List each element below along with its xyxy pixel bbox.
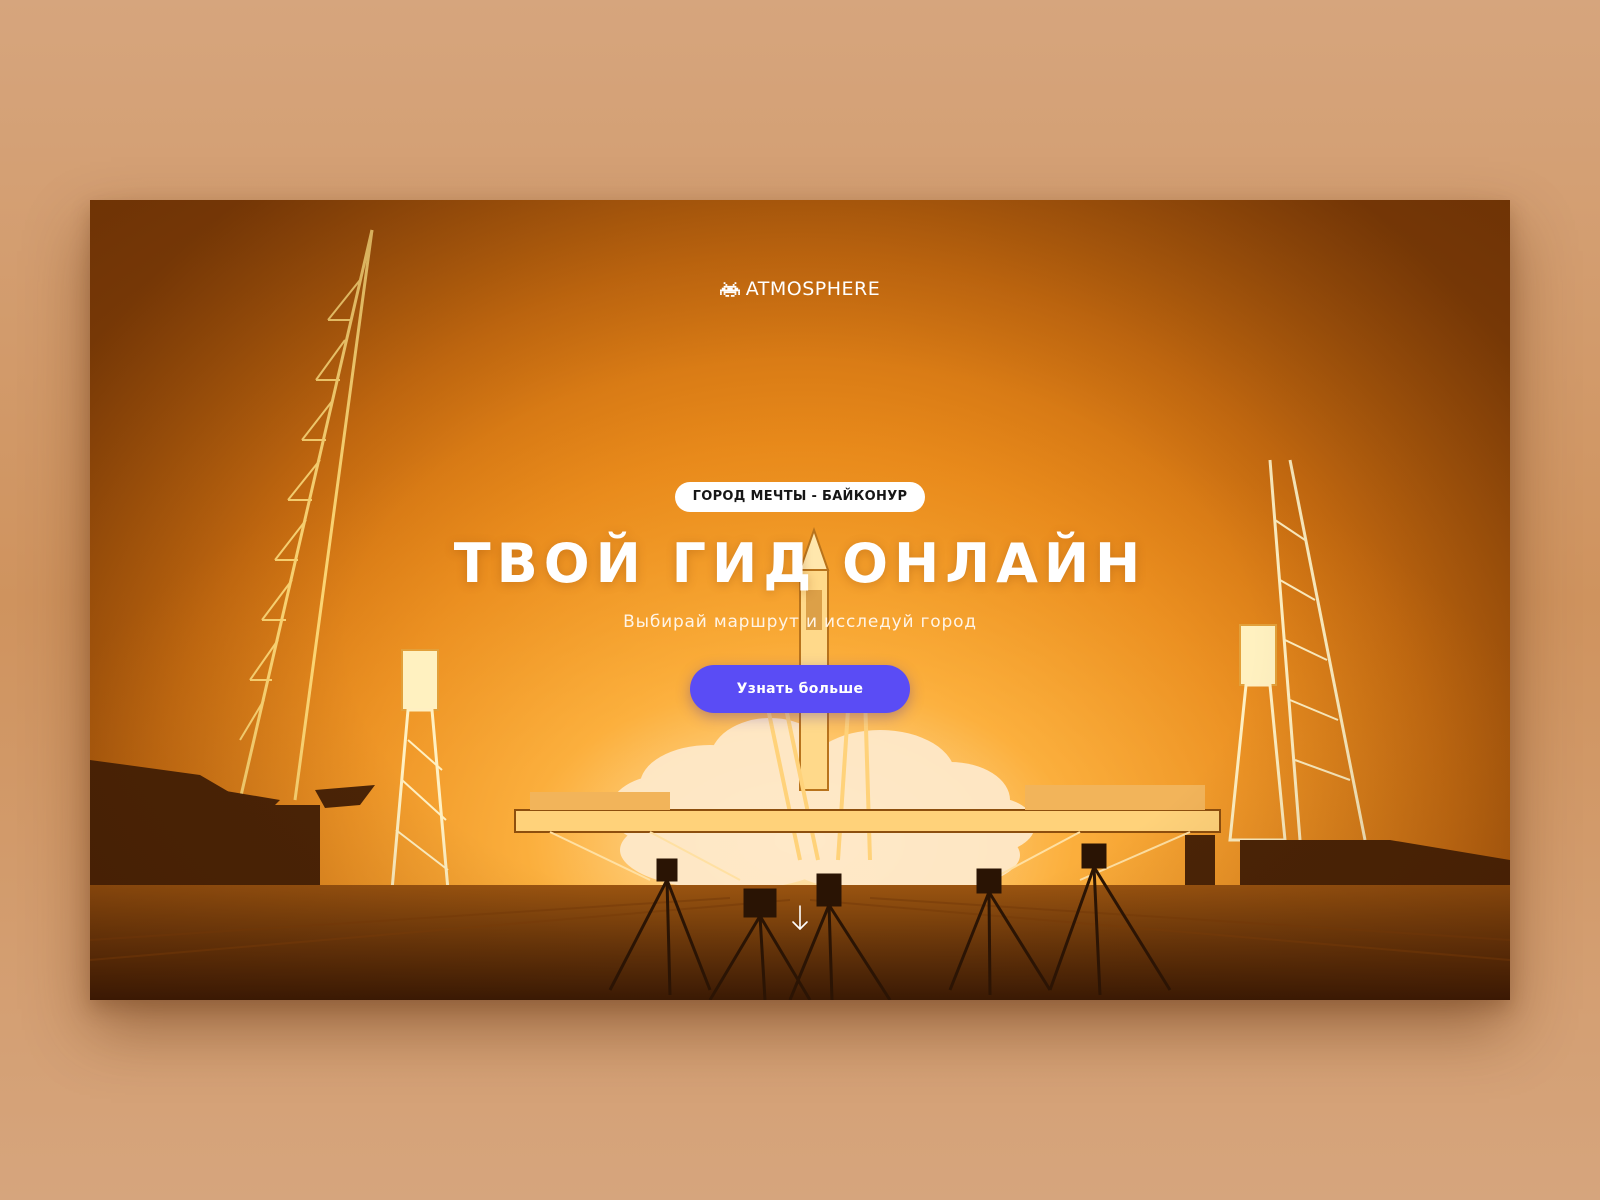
logo-text: ATMOSPHERE bbox=[745, 278, 881, 300]
hero-headline: ТВОЙ ГИД ОНЛАЙН bbox=[453, 532, 1147, 595]
learn-more-button[interactable]: Узнать больше bbox=[690, 665, 910, 713]
hero-section: ATMOSPHERE ГОРОД МЕЧТЫ - БАЙКОНУР ТВОЙ Г… bbox=[90, 200, 1510, 1000]
launch-pad-background-image bbox=[90, 200, 1510, 1000]
site-logo[interactable]: ATMOSPHERE bbox=[90, 278, 1510, 302]
location-badge: ГОРОД МЕЧТЫ - БАЙКОНУР bbox=[675, 482, 925, 512]
scroll-down-button[interactable] bbox=[790, 904, 810, 932]
arrow-down-icon bbox=[792, 905, 808, 930]
hero-subtitle: Выбирай маршрут и исследуй город bbox=[623, 612, 977, 632]
space-invader-icon bbox=[719, 280, 740, 302]
